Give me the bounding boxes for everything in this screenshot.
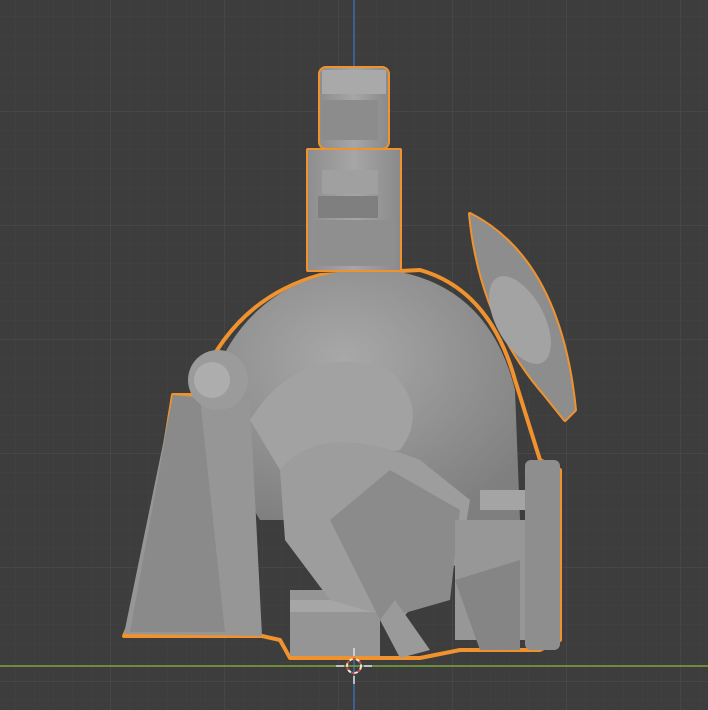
3d-viewport[interactable]: [0, 0, 708, 710]
